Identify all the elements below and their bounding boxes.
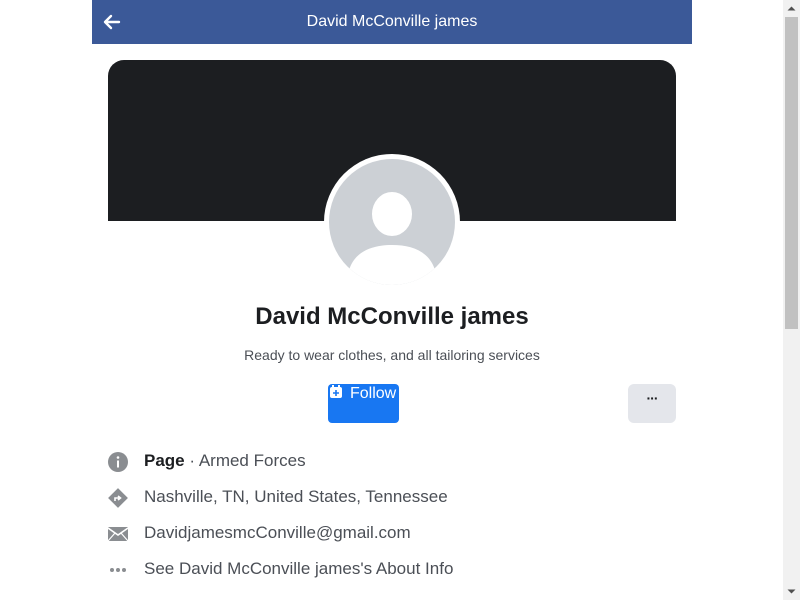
envelope-icon [108,527,128,542]
more-dots-icon [110,568,126,572]
default-user-avatar-icon [329,159,455,285]
info-icon [108,452,128,472]
directions-icon [108,488,128,508]
email-link[interactable]: DavidjamesmcConville@gmail.com [144,523,411,543]
info-row-location: Nashville, TN, United States, Tennessee [108,486,668,510]
follow-button-label: Follow [350,385,397,402]
profile-picture[interactable] [324,154,460,290]
profile-name: David McConville james [255,303,529,330]
scrollbar-thumb[interactable] [785,17,798,329]
info-row-email[interactable]: DavidjamesmcConville@gmail.com [108,522,668,546]
top-navigation-bar: David McConville james [92,0,692,44]
page-title: David McConville james [306,13,478,30]
vertical-scrollbar[interactable] [783,0,800,600]
scroll-up-arrow-icon[interactable] [783,0,800,17]
about-info-link[interactable]: See David McConville james's About Info [144,559,453,579]
location-text: Nashville, TN, United States, Tennessee [144,487,448,506]
info-row-category: Page · Armed Forces [108,450,668,474]
profile-bio: Ready to wear clothes, and all tailoring… [244,347,540,363]
info-row-about[interactable]: See David McConville james's About Info [108,558,668,582]
more-options-icon: ··· [646,390,659,406]
scroll-down-arrow-icon[interactable] [783,583,800,600]
follow-button[interactable]: Follow [328,384,399,423]
profile-page: David McConville james David McConville … [92,0,692,600]
page-category: · Armed Forces [189,451,306,470]
page-category-label: Page [144,451,185,470]
more-options-button[interactable]: ··· [628,384,676,423]
follow-plus-icon [330,385,342,398]
